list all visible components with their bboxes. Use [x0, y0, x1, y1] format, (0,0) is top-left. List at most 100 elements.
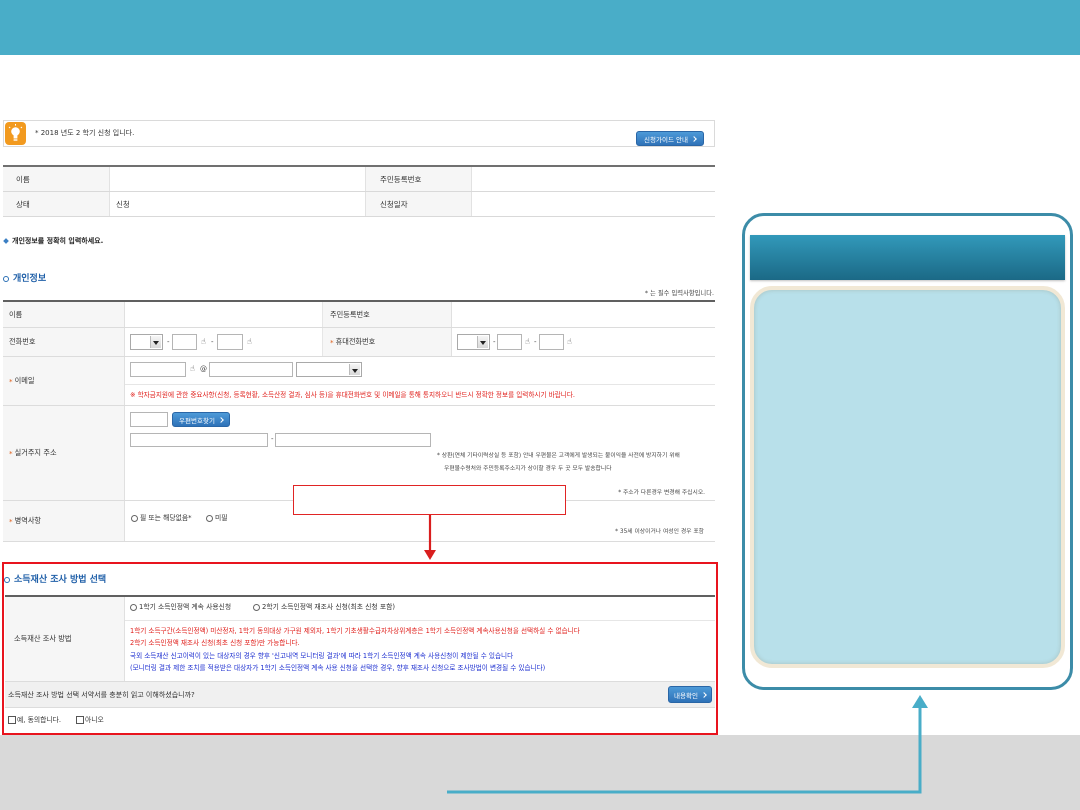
mobile-last-input[interactable] — [539, 334, 564, 350]
address-label-text: 실거주지 주소 — [14, 448, 57, 457]
lightbulb-icon — [5, 122, 26, 145]
email-notice: ※ 학자금지원에 관한 중요사항(신청, 등록현황, 소득산정 결과, 심사 등… — [130, 391, 576, 399]
mobile-middle-input[interactable] — [497, 334, 522, 350]
guide-button-label: 신청가이드 안내 — [644, 135, 688, 144]
agree-checkbox[interactable] — [8, 716, 16, 724]
phone-last-input[interactable] — [217, 334, 243, 350]
table-row: 소득재산 조사 방법 1학기 소득인정액 계속 사용신청 2학기 소득인정액 재… — [5, 597, 715, 682]
chevron-down-icon — [349, 364, 360, 375]
income-blue-note: 국외 소득재산 신고이력이 있는 대상자의 경우 향후 '신고내역 모니터링 결… — [130, 652, 514, 660]
summary-name-label: 이름 — [3, 167, 110, 191]
table-row: 상태 신청 신청일자 — [3, 192, 715, 217]
semester-notice: * 2018 년도 2 학기 신청 입니다. 신청가이드 안내 — [3, 120, 715, 147]
arrow-head — [912, 695, 928, 708]
mobile-separator: - — [534, 338, 537, 346]
military-label: * 병역사항 — [3, 501, 125, 541]
email-domain-input[interactable] — [209, 362, 293, 377]
hand-pointer-icon[interactable] — [190, 361, 195, 377]
required-fields-note: * 는 필수 입력사항입니다. — [644, 290, 714, 297]
keep-first-semester-label: 1학기 소득인정액 계속 사용신청 — [139, 603, 232, 611]
disagree-label: 아니오 — [85, 716, 104, 724]
zipcode-input[interactable] — [130, 412, 168, 427]
income-red-note: 1학기 소득구간(소득인정액) 미산정자, 1학기 동의대상 가구원 제외자, … — [130, 627, 580, 635]
rrn-value — [452, 302, 715, 327]
military-not-done-label: 미필 — [215, 514, 228, 522]
notice-text: * 2018 년도 2 학기 신청 입니다. — [35, 129, 135, 137]
hand-pointer-icon[interactable] — [525, 334, 530, 350]
arrow-head — [424, 550, 436, 560]
table-row: 이름 주민등록번호 — [3, 167, 715, 192]
phone-area-select[interactable] — [130, 334, 163, 350]
callout-box — [293, 485, 566, 515]
circle-bullet-icon — [4, 577, 10, 583]
required-mark: * — [9, 516, 13, 526]
required-mark: * — [9, 448, 13, 458]
email-at-sign: @ — [200, 365, 207, 373]
required-mark: * — [330, 337, 334, 347]
address-detail-input[interactable] — [275, 433, 431, 447]
hand-pointer-icon[interactable] — [567, 334, 572, 350]
phone-separator: - — [211, 338, 214, 346]
divider — [125, 620, 715, 621]
application-summary-table: 이름 주민등록번호 상태 신청 신청일자 — [3, 165, 715, 218]
teal-pointer-arrow — [447, 695, 928, 794]
mobile-label: * 휴대전화번호 — [323, 328, 452, 356]
military-note: * 35세 이상이거나 여성인 경우 포함 — [615, 529, 704, 535]
military-not-done-radio[interactable] — [206, 515, 213, 522]
zipcode-search-label: 우편번호찾기 — [179, 416, 215, 425]
address-mailing-note: * 상환(연체 기타이력상실 등 포함) 안내 우편물은 고객에게 발생되는 불… — [437, 453, 680, 459]
hand-pointer-icon[interactable] — [247, 334, 252, 350]
disagree-checkbox[interactable] — [76, 716, 84, 724]
income-method-label: 소득재산 조사 방법 — [5, 597, 125, 681]
keep-first-semester-radio[interactable] — [130, 604, 137, 611]
phone-middle-input[interactable] — [172, 334, 197, 350]
table-row: 전화번호 - - * 휴대전화번호 - - — [3, 328, 715, 357]
reinvestigate-label: 2학기 소득인정액 재조사 신청(최초 신청 포함) — [262, 603, 395, 611]
guide-panel-body — [750, 286, 1065, 668]
circle-bullet-icon — [3, 276, 9, 282]
name-label: 이름 — [3, 302, 125, 327]
diamond-icon — [3, 238, 9, 244]
reinvestigate-radio[interactable] — [253, 604, 260, 611]
military-done-label: 필 또는 해당없음* — [140, 514, 192, 522]
address-change-note: * 주소가 다른경우 변경해 주십시오. — [618, 490, 705, 496]
phone-separator: - — [167, 338, 170, 346]
mobile-separator: - — [493, 338, 496, 346]
agreement-question: 소득재산 조사 방법 선택 서약서를 충분히 읽고 이해하셨습니까? — [8, 691, 195, 699]
agree-label: 예, 동의합니다. — [17, 716, 62, 724]
chevron-right-icon — [691, 135, 697, 142]
summary-rrn-label: 주민등록번호 — [366, 167, 472, 191]
guide-panel-header — [750, 235, 1065, 280]
email-id-input[interactable] — [130, 362, 186, 377]
guide-button[interactable]: 신청가이드 안내 — [636, 131, 704, 146]
income-red-note: 2학기 소득인정액 재조사 신청(최초 신청 포함)만 가능합니다. — [130, 639, 300, 647]
required-mark: * — [9, 376, 13, 386]
email-label: * 이메일 — [3, 357, 125, 405]
chevron-right-icon — [218, 416, 224, 423]
table-row: * 이메일 @ ※ 학자금지원에 관한 중요사항(신청, 등록현황, 소득산정 … — [3, 357, 715, 406]
mobile-prefix-select[interactable] — [457, 334, 490, 350]
summary-date-label: 신청일자 — [366, 192, 472, 216]
summary-date-value — [472, 192, 715, 216]
instruction: 개인정보를 정확히 입력하세요. — [3, 236, 303, 246]
address-main-input[interactable] — [130, 433, 268, 447]
divider — [125, 384, 715, 385]
hand-pointer-icon[interactable] — [201, 334, 206, 350]
email-domain-select[interactable] — [296, 362, 362, 377]
header-bar — [0, 0, 1080, 55]
address-mailing-note: 우편물수령처와 주민등록주소지가 상이할 경우 두 곳 모두 발송합니다 — [444, 466, 612, 472]
summary-status-value: 신청 — [110, 192, 366, 216]
zipcode-search-button[interactable]: 우편번호찾기 — [172, 412, 230, 427]
rrn-label: 주민등록번호 — [323, 302, 452, 327]
personal-info-title: 개인정보 — [13, 274, 47, 284]
mobile-label-text: 휴대전화번호 — [335, 337, 376, 346]
instruction-text: 개인정보를 정확히 입력하세요. — [12, 237, 104, 245]
table-row: 이름 주민등록번호 — [3, 302, 715, 328]
red-down-arrow — [424, 515, 436, 560]
summary-status-label: 상태 — [3, 192, 110, 216]
military-done-radio[interactable] — [131, 515, 138, 522]
military-label-text: 병역사항 — [14, 516, 42, 525]
arrow-shaft — [447, 706, 922, 794]
income-method-title: 소득재산 조사 방법 선택 — [14, 575, 107, 585]
address-label: * 실거주지 주소 — [3, 406, 125, 500]
